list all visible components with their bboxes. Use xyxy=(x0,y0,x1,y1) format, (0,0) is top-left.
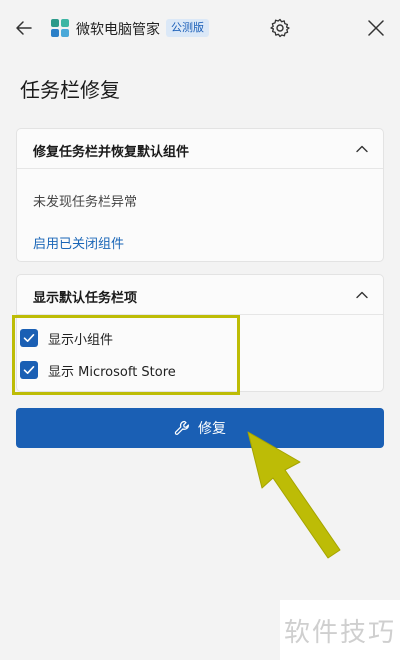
highlight-box xyxy=(12,315,240,395)
gear-icon xyxy=(270,18,290,38)
back-arrow-icon xyxy=(16,21,32,35)
app-logo-icon xyxy=(51,19,69,37)
beta-badge: 公测版 xyxy=(166,19,209,37)
repair-taskbar-title: 修复任务栏并恢复默认组件 xyxy=(33,145,190,160)
wrench-icon xyxy=(174,420,189,435)
repair-taskbar-card: 修复任务栏并恢复默认组件 未发现任务栏异常 启用已关闭组件 xyxy=(16,128,384,262)
watermark: 软件技巧 xyxy=(280,600,400,660)
pointer-arrow-icon xyxy=(247,431,341,559)
repair-taskbar-header[interactable]: 修复任务栏并恢复默认组件 xyxy=(17,129,383,169)
back-button[interactable] xyxy=(12,16,36,40)
title-bar: 微软电脑管家 公测版 xyxy=(0,0,400,56)
app-title: 微软电脑管家 xyxy=(76,22,160,38)
page-title: 任务栏修复 xyxy=(20,78,120,102)
enable-closed-components-link[interactable]: 启用已关闭组件 xyxy=(33,233,124,252)
chevron-up-icon[interactable] xyxy=(355,142,369,156)
watermark-text: 软件技巧 xyxy=(283,617,396,648)
settings-button[interactable] xyxy=(269,17,291,39)
taskbar-status-text: 未发现任务栏异常 xyxy=(33,195,138,210)
default-taskbar-items-title: 显示默认任务栏项 xyxy=(33,291,138,306)
close-button[interactable] xyxy=(365,17,387,39)
close-icon xyxy=(368,20,384,36)
chevron-up-icon[interactable] xyxy=(355,288,369,302)
repair-button-label: 修复 xyxy=(198,421,226,437)
default-taskbar-items-header[interactable]: 显示默认任务栏项 xyxy=(17,275,383,315)
